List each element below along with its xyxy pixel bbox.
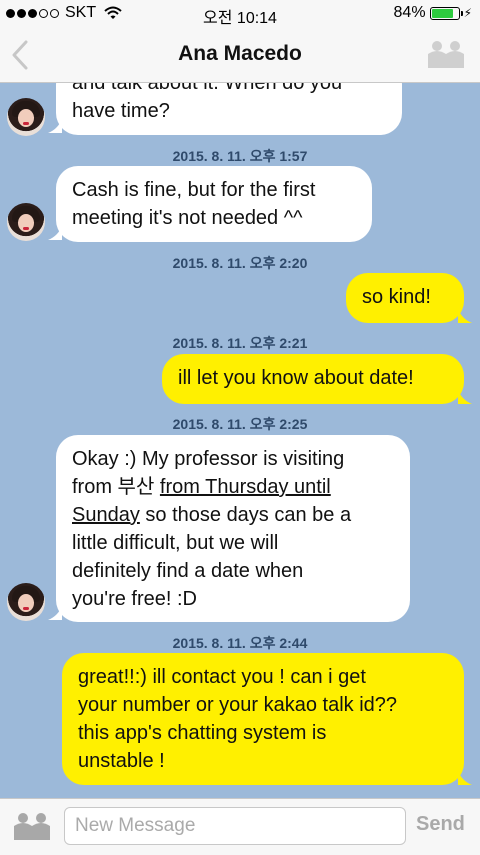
bubble-tail — [48, 226, 62, 240]
message-line: have time? — [72, 100, 170, 122]
message-line: definitely find a date when — [72, 560, 304, 582]
battery-percent: 84% — [393, 4, 426, 21]
timestamp: 2015. 8. 11. 오후 2:25 — [172, 416, 308, 432]
chat-title: Ana Macedo — [178, 42, 302, 65]
message-line: ill let you know about date! — [178, 367, 414, 389]
bubble-tail — [458, 309, 472, 323]
message-line: little difficult, but we will — [72, 532, 279, 554]
send-button[interactable]: Send — [416, 813, 465, 836]
message-input[interactable] — [64, 807, 406, 845]
outgoing-message[interactable]: ill let you know about date! — [162, 354, 464, 404]
timestamp: 2015. 8. 11. 오후 2:20 — [172, 255, 308, 271]
people-icon[interactable] — [428, 40, 464, 70]
avatar[interactable] — [7, 98, 45, 136]
chat-thread[interactable]: and talk about it. When do you have time… — [0, 83, 480, 798]
timestamp: 2015. 8. 11. 오후 2:21 — [172, 335, 308, 351]
message-line: so kind! — [362, 286, 431, 308]
battery-icon — [429, 6, 463, 20]
outgoing-message[interactable]: so kind! — [346, 273, 464, 323]
message-line: this app's chatting system is — [78, 722, 327, 744]
timestamp: 2015. 8. 11. 오후 1:57 — [172, 148, 308, 164]
message-input-bar: Send — [0, 798, 480, 855]
charging-icon: ⚡ — [463, 6, 472, 20]
status-right: 84% ⚡ — [394, 4, 472, 22]
timestamp: 2015. 8. 11. 오후 2:44 — [172, 635, 308, 651]
message-line: Sunday so those days can be a — [72, 501, 394, 529]
people-icon[interactable] — [14, 812, 50, 842]
message-line: from 부산 from Thursday until — [72, 473, 394, 501]
nav-bar: Ana Macedo — [0, 28, 480, 83]
message-text: so those days can be a — [139, 504, 352, 526]
date-link[interactable]: Sunday — [72, 504, 140, 526]
incoming-message[interactable]: and talk about it. When do you have time… — [56, 83, 402, 135]
bubble-tail — [48, 606, 62, 620]
message-line: you're free! :D — [72, 588, 197, 610]
message-line: unstable ! — [78, 750, 165, 772]
message-line: Cash is fine, but for the first — [72, 179, 316, 201]
incoming-message[interactable]: Okay :) My professor is visiting from 부산… — [56, 435, 410, 622]
date-link[interactable]: from Thursday until — [160, 476, 331, 498]
message-line: great!!:) ill contact you ! can i get — [78, 666, 366, 688]
status-bar: SKT 오전 10:14 84% ⚡ — [0, 0, 480, 28]
bubble-tail — [458, 771, 472, 785]
incoming-message[interactable]: Cash is fine, but for the first meeting … — [56, 166, 372, 242]
message-text: from 부산 — [72, 476, 160, 498]
message-line: meeting it's not needed ^^ — [72, 207, 303, 229]
message-line: Okay :) My professor is visiting — [72, 448, 345, 470]
message-line: and talk about it. When do you — [72, 83, 343, 94]
avatar[interactable] — [7, 203, 45, 241]
outgoing-message[interactable]: great!!:) ill contact you ! can i get yo… — [62, 653, 464, 785]
message-line: your number or your kakao talk id?? — [78, 694, 398, 716]
bubble-tail — [48, 119, 62, 133]
avatar[interactable] — [7, 583, 45, 621]
bubble-tail — [458, 390, 472, 404]
